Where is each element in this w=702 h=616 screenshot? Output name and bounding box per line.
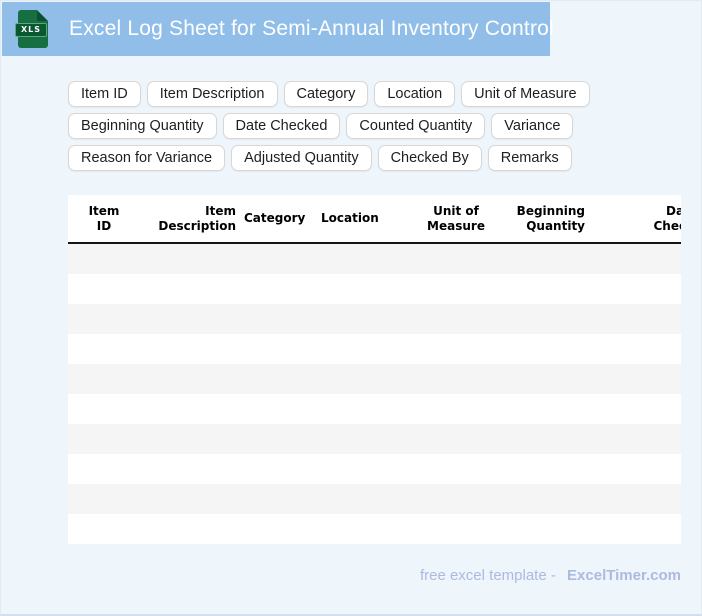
field-chip[interactable]: Date Checked <box>222 113 341 139</box>
footer-brand-link[interactable]: ExcelTimer.com <box>567 567 681 584</box>
field-chip-list: Item ID Item Description Category Location U… <box>68 81 681 171</box>
table-header-row: Item ID Item Description Category Location U… <box>68 195 681 244</box>
column-header: Location <box>321 211 379 225</box>
column-header: Beginning Quantity <box>516 203 585 233</box>
column-header: Item Description <box>158 203 236 233</box>
table-row <box>68 394 681 424</box>
xls-icon-label: XLS <box>15 23 48 37</box>
table-row <box>68 334 681 364</box>
table-row <box>68 424 681 454</box>
field-chip[interactable]: Category <box>283 81 369 107</box>
table-row <box>68 514 681 544</box>
inventory-table: Item ID Item Description Category Location U… <box>68 195 681 544</box>
column-header: Date Checked <box>653 203 682 233</box>
field-chip[interactable]: Counted Quantity <box>346 113 486 139</box>
column-header: Item ID <box>88 203 120 233</box>
field-chip[interactable]: Remarks <box>487 145 572 171</box>
field-chip[interactable]: Beginning Quantity <box>68 113 217 139</box>
footer-credit: free excel template - ExcelTimer.com <box>68 567 681 584</box>
table-row <box>68 364 681 394</box>
footer-text: free excel template - <box>419 567 556 584</box>
field-chip[interactable]: Location <box>374 81 456 107</box>
table-row <box>68 454 681 484</box>
table-row <box>68 274 681 304</box>
field-chip[interactable]: Checked By <box>377 145 482 171</box>
column-header: Unit of Measure <box>427 203 485 233</box>
file-fold-corner <box>37 10 48 21</box>
field-chip[interactable]: Unit of Measure <box>461 81 590 107</box>
xls-file-icon: XLS <box>15 10 48 48</box>
field-chip[interactable]: Item Description <box>146 81 278 107</box>
column-header: Category <box>244 211 306 225</box>
page-title: Excel Log Sheet for Semi-Annual Inventor… <box>69 17 554 40</box>
table-row <box>68 484 681 514</box>
header-bar: XLS Excel Log Sheet for Semi-Annual Inve… <box>2 2 554 56</box>
field-chip[interactable]: Item ID <box>68 81 141 107</box>
field-chip[interactable]: Variance <box>491 113 574 139</box>
table-row <box>68 244 681 274</box>
field-chip[interactable]: Adjusted Quantity <box>231 145 372 171</box>
table-row <box>68 304 681 334</box>
field-chip[interactable]: Reason for Variance <box>68 145 226 171</box>
table-body <box>68 244 681 544</box>
